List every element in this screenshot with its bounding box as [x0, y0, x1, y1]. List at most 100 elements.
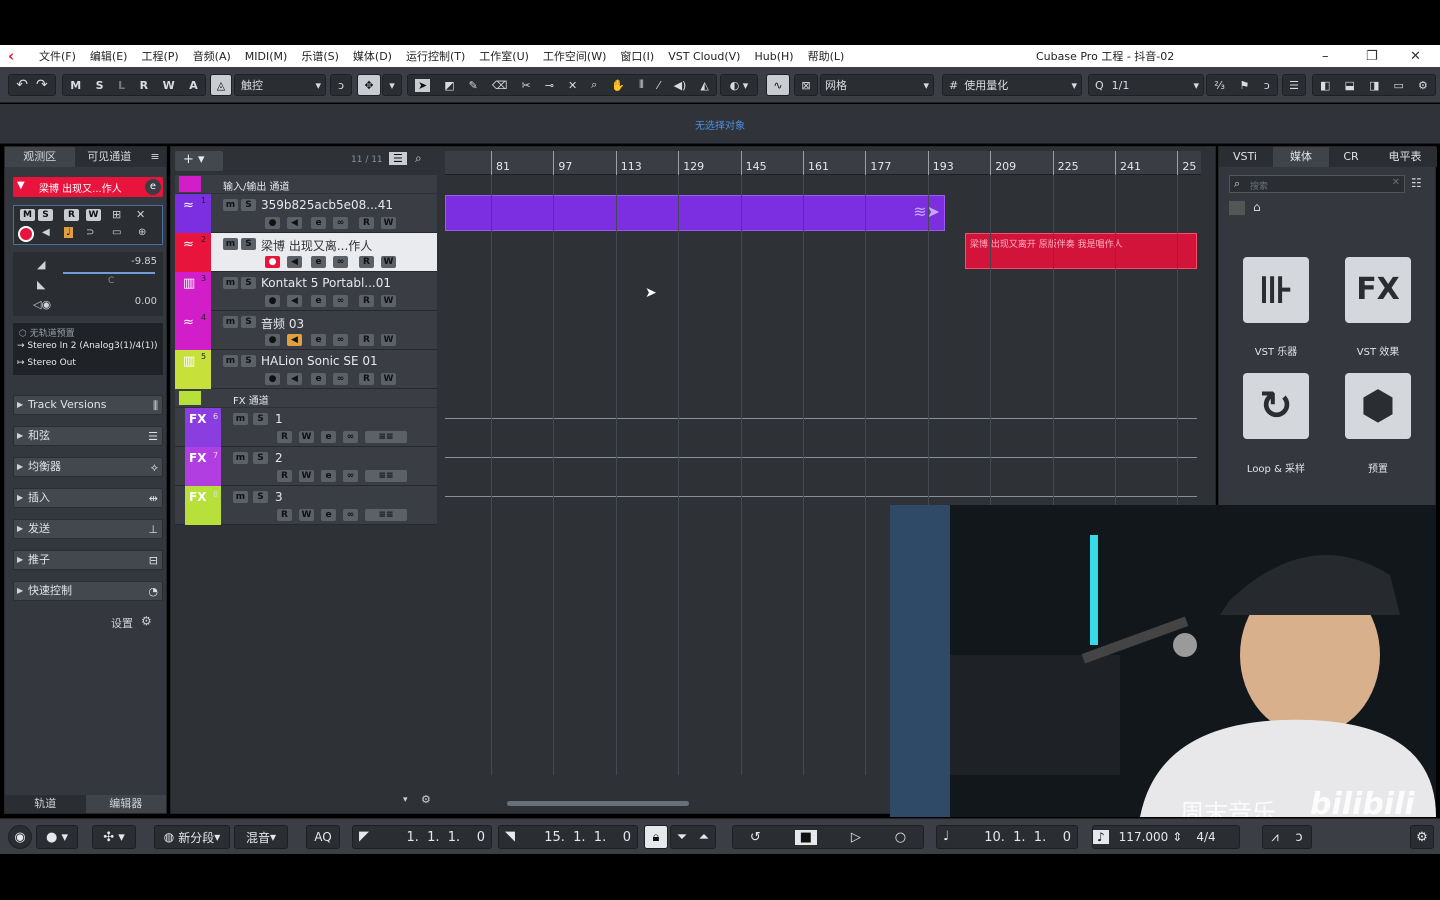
add-track-button[interactable]: + ▾	[175, 151, 223, 171]
track-write-button[interactable]: W	[299, 509, 314, 521]
track-solo-button[interactable]: S	[241, 199, 256, 211]
menu-score[interactable]: 乐谱(S)	[294, 48, 346, 64]
track-name[interactable]: 梁博 出现又离...作人	[261, 237, 372, 254]
menu-studio[interactable]: 工作室(U)	[472, 48, 536, 64]
track-mute-button[interactable]: m	[223, 199, 238, 211]
track-solo-button[interactable]: S	[241, 277, 256, 289]
cycle-icon[interactable]: ↺	[750, 830, 761, 845]
split-tool-icon[interactable]: ✂	[521, 79, 530, 92]
track-row[interactable]: 1 ≈ m S 359b825acb5e08...41 ● ◀ e ∞ R W	[175, 194, 437, 233]
punch-out-icon[interactable]: ⏶	[699, 830, 709, 845]
mute-all-button[interactable]: M	[70, 79, 81, 92]
solo-all-button[interactable]: S	[96, 79, 104, 92]
track-read-button[interactable]: R	[277, 509, 292, 521]
track-name[interactable]: HALion Sonic SE 01	[261, 354, 378, 368]
delay-value[interactable]: 0.00	[135, 296, 157, 307]
track-write-button[interactable]: W	[381, 217, 396, 229]
track-mute-button[interactable]: m	[223, 355, 238, 367]
track-mute-button[interactable]: m	[223, 277, 238, 289]
fx-channel-row[interactable]: FX 6 m S 1 R We ∞ ≡≡	[175, 408, 437, 447]
edit-in-place-icon[interactable]: ▭	[112, 227, 121, 238]
track-mute-button[interactable]: m	[233, 413, 248, 425]
minimize-button[interactable]: –	[1322, 49, 1329, 64]
section-sends[interactable]: 发送 ⊥	[13, 519, 163, 539]
list-view-icon[interactable]: ☷	[1411, 176, 1422, 190]
track-sync-icon[interactable]: ⊞	[112, 208, 121, 221]
menu-audio[interactable]: 音频(A)	[186, 48, 238, 64]
track-solo-button[interactable]: S	[253, 491, 268, 503]
timebase-icon[interactable]: ♩	[64, 227, 73, 238]
vst-instruments-tile[interactable]: ⊪	[1243, 257, 1309, 323]
track-edit-button[interactable]: e	[321, 470, 336, 482]
lock-icon[interactable]: 🔒︎	[644, 825, 668, 849]
menu-hub[interactable]: Hub(H)	[747, 50, 800, 63]
track-solo-button[interactable]: S	[241, 355, 256, 367]
vst-effects-tile[interactable]: FX	[1345, 257, 1411, 323]
record-mode-select[interactable]: ● ▾	[36, 825, 78, 849]
mix-mode-select[interactable]: 混音 ▾	[234, 825, 288, 849]
track-write-button[interactable]: W	[299, 431, 314, 443]
click-icon[interactable]: ♪	[1093, 830, 1109, 844]
track-name[interactable]: 1	[275, 412, 283, 426]
track-name[interactable]: 音频 03	[261, 315, 304, 332]
track-list-menu-icon[interactable]: ☰	[389, 152, 407, 165]
track-lanes-button[interactable]: ∞	[333, 334, 348, 346]
track-automation-button[interactable]: ≡≡	[365, 470, 407, 482]
track-name[interactable]: 2	[275, 451, 283, 465]
menu-midi[interactable]: MIDI(M)	[238, 50, 295, 63]
menu-project[interactable]: 工程(P)	[134, 48, 185, 64]
track-edit-button[interactable]: e	[311, 295, 326, 307]
track-read-button[interactable]: R	[359, 217, 374, 229]
track-solo-button[interactable]: S	[253, 452, 268, 464]
track-edit-button[interactable]: e	[321, 509, 336, 521]
quantize-mode-select[interactable]: # 使用量化 ▾	[942, 74, 1082, 96]
drag-mode-dropdown[interactable]: ▾	[382, 74, 402, 96]
track-write-button[interactable]: W	[299, 470, 314, 482]
hand-tool-icon[interactable]: ✋	[611, 79, 625, 92]
autoscroll-icon[interactable]: ↄ	[330, 74, 352, 96]
snap-icon[interactable]: ∿	[766, 74, 790, 96]
track-monitor-button[interactable]: ◀	[287, 295, 302, 307]
track-edit-button[interactable]: e	[311, 217, 326, 229]
lower-zone-toggle-icon[interactable]: ⬓	[1345, 79, 1355, 92]
tab-media[interactable]: 媒体	[1273, 147, 1329, 167]
track-lanes-button[interactable]: ∞	[333, 217, 348, 229]
fx-channel-row[interactable]: FX 8 m S 3 R We ∞ ≡≡	[175, 486, 437, 525]
tap-tempo-icon[interactable]: ⩘	[1271, 830, 1278, 845]
erase-tool-icon[interactable]: ⌫	[492, 79, 508, 92]
track-edit-button[interactable]: e	[311, 373, 326, 385]
transport-settings-gear-icon[interactable]: ⚙	[1410, 825, 1434, 849]
tab-editor[interactable]: 编辑器	[85, 795, 166, 813]
mute-tool-icon[interactable]: ✕	[568, 79, 577, 92]
track-monitor-button[interactable]: ◀	[287, 373, 302, 385]
tab-meter[interactable]: 电平表	[1375, 147, 1435, 167]
right-locator-field[interactable]: ◥ 15. 1. 1. 0	[498, 825, 638, 849]
track-read-button[interactable]: R	[359, 334, 374, 346]
inspector-channel-header[interactable]: ▼ 梁博 出现又...作人 e	[13, 177, 163, 197]
stop-icon[interactable]: ■	[794, 829, 817, 845]
track-record-button[interactable]: ●	[265, 373, 280, 385]
inspector-settings-label[interactable]: 设置	[111, 615, 133, 631]
clear-search-icon[interactable]: ✕	[1392, 177, 1400, 188]
track-read-button[interactable]: R	[359, 373, 374, 385]
track-lanes-button[interactable]: ∞	[343, 470, 358, 482]
drag-tool-icon[interactable]: ✥	[357, 74, 381, 96]
track-solo-button[interactable]: S	[241, 238, 256, 250]
track-mute-button[interactable]: m	[223, 316, 238, 328]
track-mute-button[interactable]: m	[223, 238, 238, 250]
section-fader[interactable]: 推子 ⊟	[13, 550, 163, 570]
redo-icon[interactable]: ↷	[36, 77, 48, 93]
tab-inspector[interactable]: 观测区	[5, 147, 75, 167]
color-tool-icon[interactable]: ◭	[700, 79, 708, 92]
punch-in-icon[interactable]: ⏷	[677, 830, 687, 845]
track-settings-gear-icon[interactable]: ⚙	[421, 793, 431, 806]
position-display[interactable]: ♩ 10. 1. 1. 0	[936, 825, 1078, 849]
track-solo-button[interactable]: S	[241, 316, 256, 328]
track-read-button[interactable]: R	[277, 470, 292, 482]
track-monitor-button[interactable]: ◀	[287, 256, 302, 268]
align-icon[interactable]: ☰	[1282, 74, 1306, 96]
track-write-button[interactable]: W	[381, 295, 396, 307]
sync-icon[interactable]: ↄ	[1295, 830, 1302, 845]
inspector-read-button[interactable]: R	[64, 209, 79, 221]
inspector-menu-icon[interactable]: ≡	[144, 147, 166, 167]
